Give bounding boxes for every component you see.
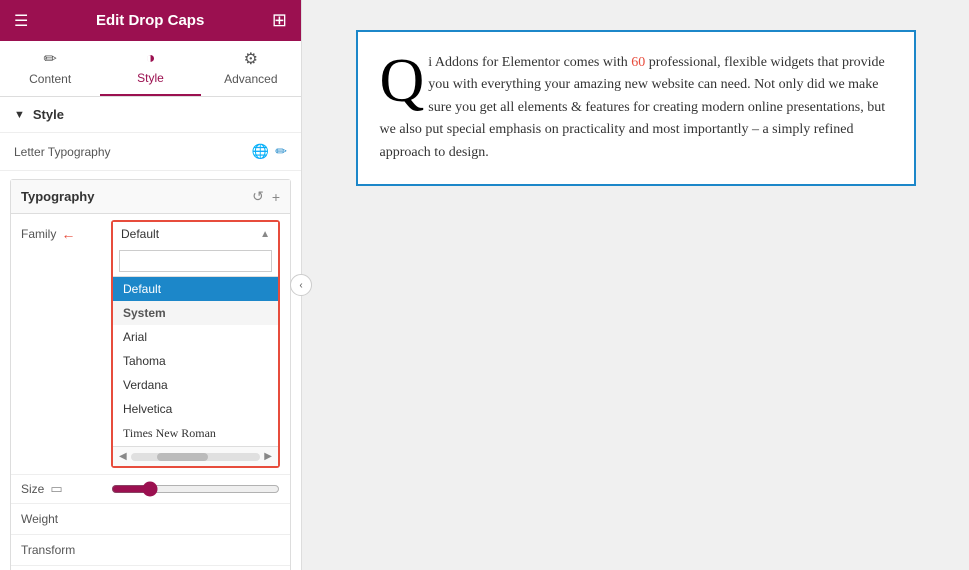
collapse-panel-button[interactable]: ‹ <box>290 274 312 296</box>
grid-icon[interactable]: ⊞ <box>272 10 287 31</box>
size-monitor-icon: ▭ <box>50 481 62 497</box>
dropdown-list: Default System Arial Tahoma Verdana Helv… <box>113 277 278 446</box>
panel-title: Edit Drop Caps <box>96 12 204 29</box>
weight-label: Weight <box>21 512 111 526</box>
typography-box-header: Typography ↺ + <box>11 180 290 214</box>
dropdown-group-system: System <box>113 301 278 325</box>
right-area: ‹ Q i Addons for Elementor comes with 60… <box>302 0 969 570</box>
content-preview: Q i Addons for Elementor comes with 60 p… <box>356 30 916 186</box>
panel-header: ☰ Edit Drop Caps ⊞ <box>0 0 301 41</box>
hamburger-icon[interactable]: ☰ <box>14 11 28 31</box>
size-label-text: Size <box>21 482 44 496</box>
dropdown-arrow-icon: ▲ <box>260 229 270 240</box>
hscroll-track <box>131 453 261 461</box>
dropdown-option-verdana[interactable]: Verdana <box>113 373 278 397</box>
dropdown-option-tahoma[interactable]: Tahoma <box>113 349 278 373</box>
letter-typography-label: Letter Typography <box>14 145 111 159</box>
dropdown-wrapper: Default ▲ Default System Arial Tahoma <box>111 220 280 468</box>
tabs-row: ✏ Content ◑ Style ⚙ Advanced <box>0 41 301 97</box>
font-search-input[interactable] <box>119 250 272 272</box>
dropdown-option-default[interactable]: Default <box>113 277 278 301</box>
typography-box: Typography ↺ + Family ← Default <box>10 179 291 570</box>
tab-style-label: Style <box>137 71 164 85</box>
highlight-text: 60 <box>631 55 645 70</box>
globe-icon[interactable]: 🌐 <box>252 143 269 160</box>
style-field-row: Style <box>11 566 290 570</box>
family-label: Family ← <box>21 220 111 242</box>
edit-icon[interactable]: ✏ <box>275 143 287 160</box>
typography-header-icons: ↺ + <box>252 188 280 205</box>
tab-content-label: Content <box>29 72 71 86</box>
style-section-label: Style <box>33 107 64 122</box>
size-slider-wrap <box>111 481 280 497</box>
dropdown-option-helvetica[interactable]: Helvetica <box>113 397 278 421</box>
dropdown-current-value: Default <box>121 227 159 241</box>
tab-content[interactable]: ✏ Content <box>0 41 100 96</box>
transform-label: Transform <box>21 543 111 557</box>
size-label: Size ▭ <box>21 481 111 497</box>
dropdown-option-arial[interactable]: Arial <box>113 325 278 349</box>
tab-advanced-label: Advanced <box>224 72 277 86</box>
preview-text: Q i Addons for Elementor comes with 60 p… <box>380 52 892 164</box>
hscroll-left-icon[interactable]: ◀ <box>119 451 127 462</box>
advanced-tab-icon: ⚙ <box>244 49 258 69</box>
family-row: Family ← Default ▲ <box>11 214 290 475</box>
size-slider[interactable] <box>111 481 280 497</box>
family-arrow-icon: ← <box>61 226 75 242</box>
panel-body: ▼ Style Letter Typography 🌐 ✏ Typography… <box>0 97 301 570</box>
style-tab-icon: ◑ <box>146 50 156 68</box>
dropdown-display[interactable]: Default ▲ <box>113 222 278 246</box>
hscroll-right-icon[interactable]: ▶ <box>264 451 272 462</box>
style-section-header[interactable]: ▼ Style <box>0 97 301 133</box>
hscroll-thumb <box>157 453 209 461</box>
dropdown-option-times-new-roman[interactable]: Times New Roman <box>113 421 278 446</box>
reset-icon[interactable]: ↺ <box>252 188 264 205</box>
content-tab-icon: ✏ <box>43 49 56 69</box>
family-label-text: Family <box>21 227 56 241</box>
transform-row: Transform <box>11 535 290 566</box>
size-row: Size ▭ <box>11 475 290 504</box>
drop-cap-letter: Q <box>380 58 425 105</box>
left-panel: ☰ Edit Drop Caps ⊞ ✏ Content ◑ Style ⚙ A… <box>0 0 302 570</box>
tab-style[interactable]: ◑ Style <box>100 41 200 96</box>
section-arrow-icon: ▼ <box>14 109 25 121</box>
tab-advanced[interactable]: ⚙ Advanced <box>201 41 301 96</box>
typography-label: Typography <box>21 189 94 204</box>
dropdown-search <box>113 246 278 277</box>
letter-typography-row: Letter Typography 🌐 ✏ <box>0 133 301 171</box>
family-dropdown: Default ▲ Default System Arial Tahoma <box>111 220 280 468</box>
hscroll-bar: ◀ ▶ <box>113 446 278 466</box>
add-icon[interactable]: + <box>272 189 280 205</box>
letter-typography-icons: 🌐 ✏ <box>252 143 287 160</box>
weight-row: Weight <box>11 504 290 535</box>
